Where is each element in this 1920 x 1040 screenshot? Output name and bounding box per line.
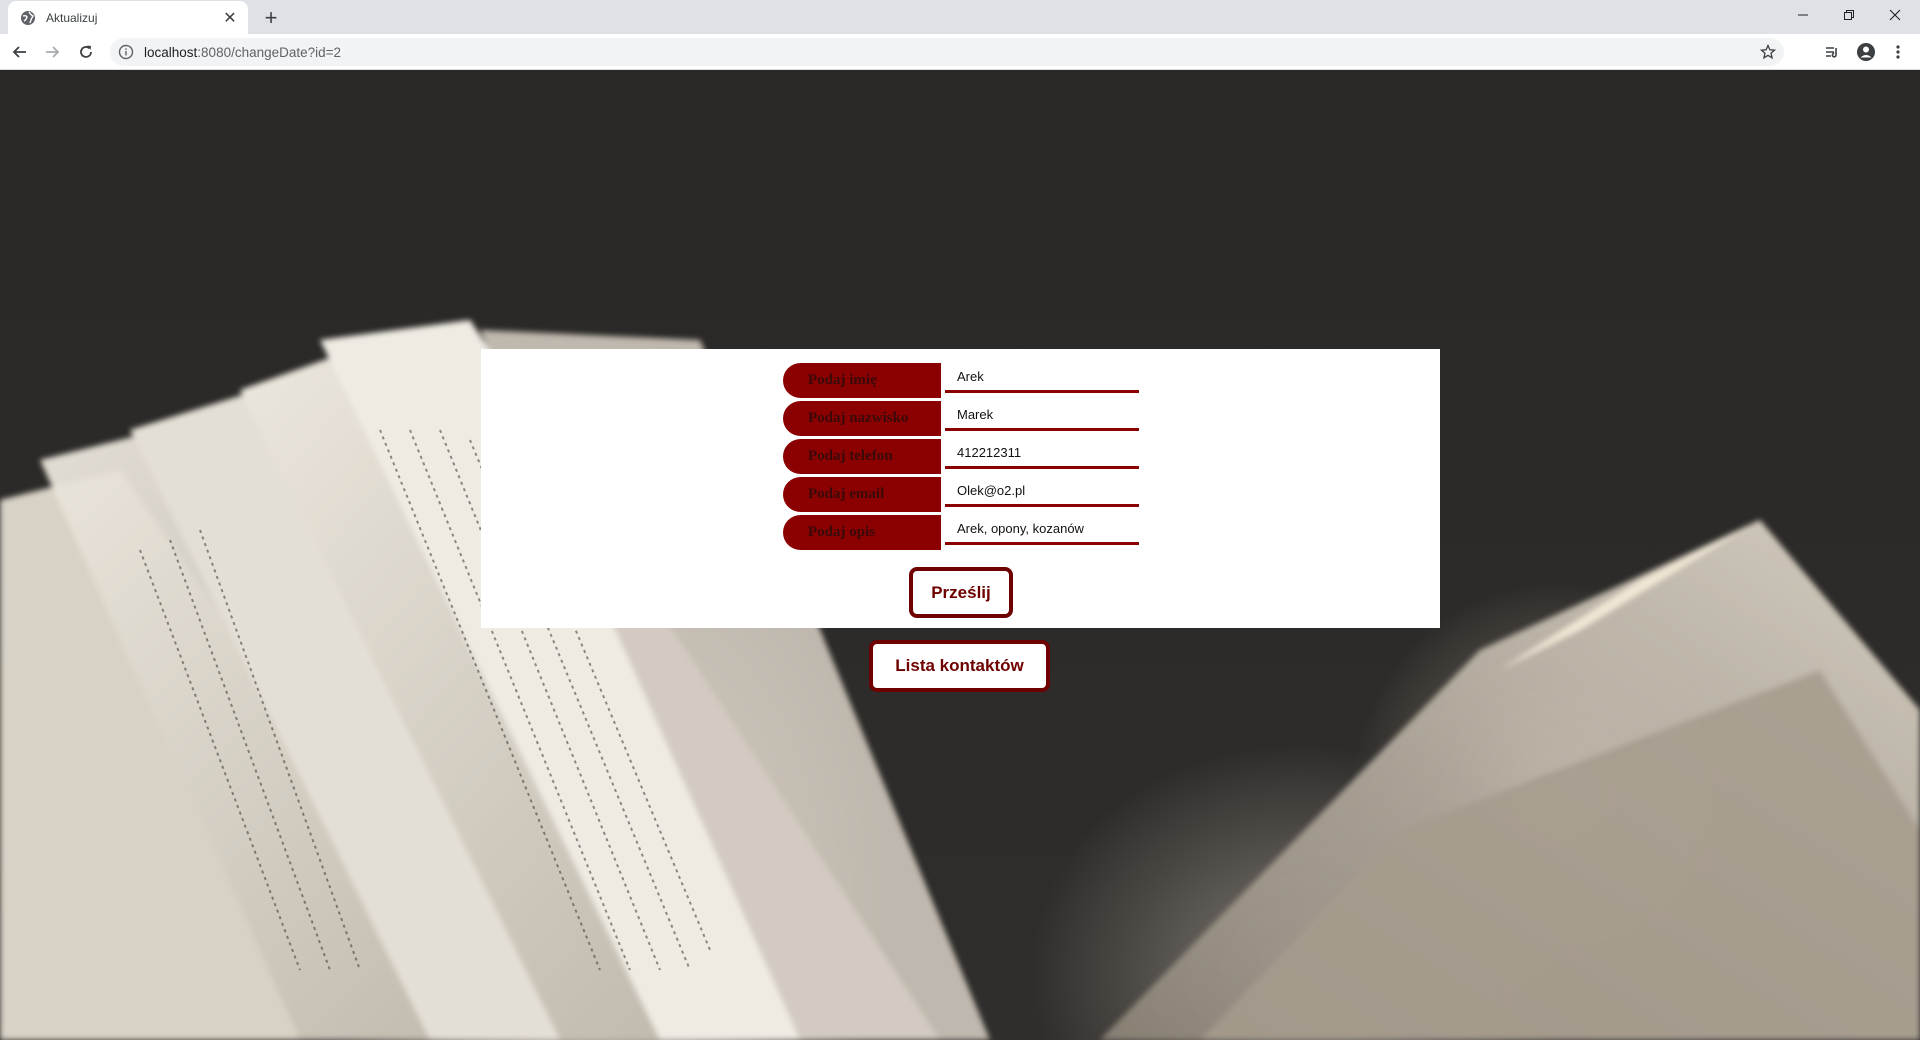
description-input[interactable] <box>945 515 1139 545</box>
field-row-first-name: Podaj imię <box>783 363 1139 398</box>
field-row-email: Podaj email <box>783 477 1139 512</box>
phone-label: Podaj telefon <box>783 439 941 474</box>
first-name-input[interactable] <box>945 363 1139 393</box>
field-row-phone: Podaj telefon <box>783 439 1139 474</box>
description-label: Podaj opis <box>783 515 941 550</box>
arrow-right-icon <box>46 46 60 58</box>
browser-toolbar: localhost:8080/changeDate?id=2 <box>0 34 1920 70</box>
last-name-input[interactable] <box>945 401 1139 431</box>
info-icon[interactable] <box>118 44 134 60</box>
minimize-icon[interactable] <box>1780 0 1826 30</box>
update-form: Podaj imię Podaj nazwisko Podaj telefon … <box>481 349 1440 628</box>
reload-icon <box>80 45 92 58</box>
url-host: localhost <box>144 44 198 60</box>
email-input[interactable] <box>945 477 1139 507</box>
restore-icon[interactable] <box>1826 0 1872 30</box>
reload-button[interactable] <box>72 38 100 66</box>
arrow-left-icon <box>12 46 26 58</box>
profile-avatar-icon[interactable] <box>1852 38 1880 66</box>
tab-title: Aktualizuj <box>46 10 98 25</box>
media-queue-icon[interactable] <box>1818 38 1846 66</box>
contact-list-button[interactable]: Lista kontaktów <box>869 640 1050 692</box>
menu-kebab-icon[interactable] <box>1884 38 1912 66</box>
star-icon[interactable] <box>1760 44 1776 60</box>
first-name-label: Podaj imię <box>783 363 941 398</box>
page-viewport: Podaj imię Podaj nazwisko Podaj telefon … <box>0 70 1920 1040</box>
address-bar[interactable]: localhost:8080/changeDate?id=2 <box>110 38 1784 66</box>
browser-tab[interactable]: Aktualizuj ✕ <box>8 1 248 34</box>
close-icon[interactable]: ✕ <box>220 8 240 28</box>
email-label: Podaj email <box>783 477 941 512</box>
tab-strip: Aktualizuj ✕ + <box>0 0 1920 34</box>
new-tab-button[interactable]: + <box>258 5 284 31</box>
submit-button[interactable]: Prześlij <box>909 567 1013 618</box>
field-row-last-name: Podaj nazwisko <box>783 401 1139 436</box>
globe-icon <box>20 10 36 26</box>
last-name-label: Podaj nazwisko <box>783 401 941 436</box>
phone-input[interactable] <box>945 439 1139 469</box>
url-text[interactable]: localhost:8080/changeDate?id=2 <box>144 45 341 60</box>
forward-button[interactable] <box>38 38 66 66</box>
back-button[interactable] <box>6 38 34 66</box>
url-path: :8080/changeDate?id=2 <box>197 44 342 60</box>
close-window-icon[interactable] <box>1872 0 1918 30</box>
field-row-description: Podaj opis <box>783 515 1139 550</box>
